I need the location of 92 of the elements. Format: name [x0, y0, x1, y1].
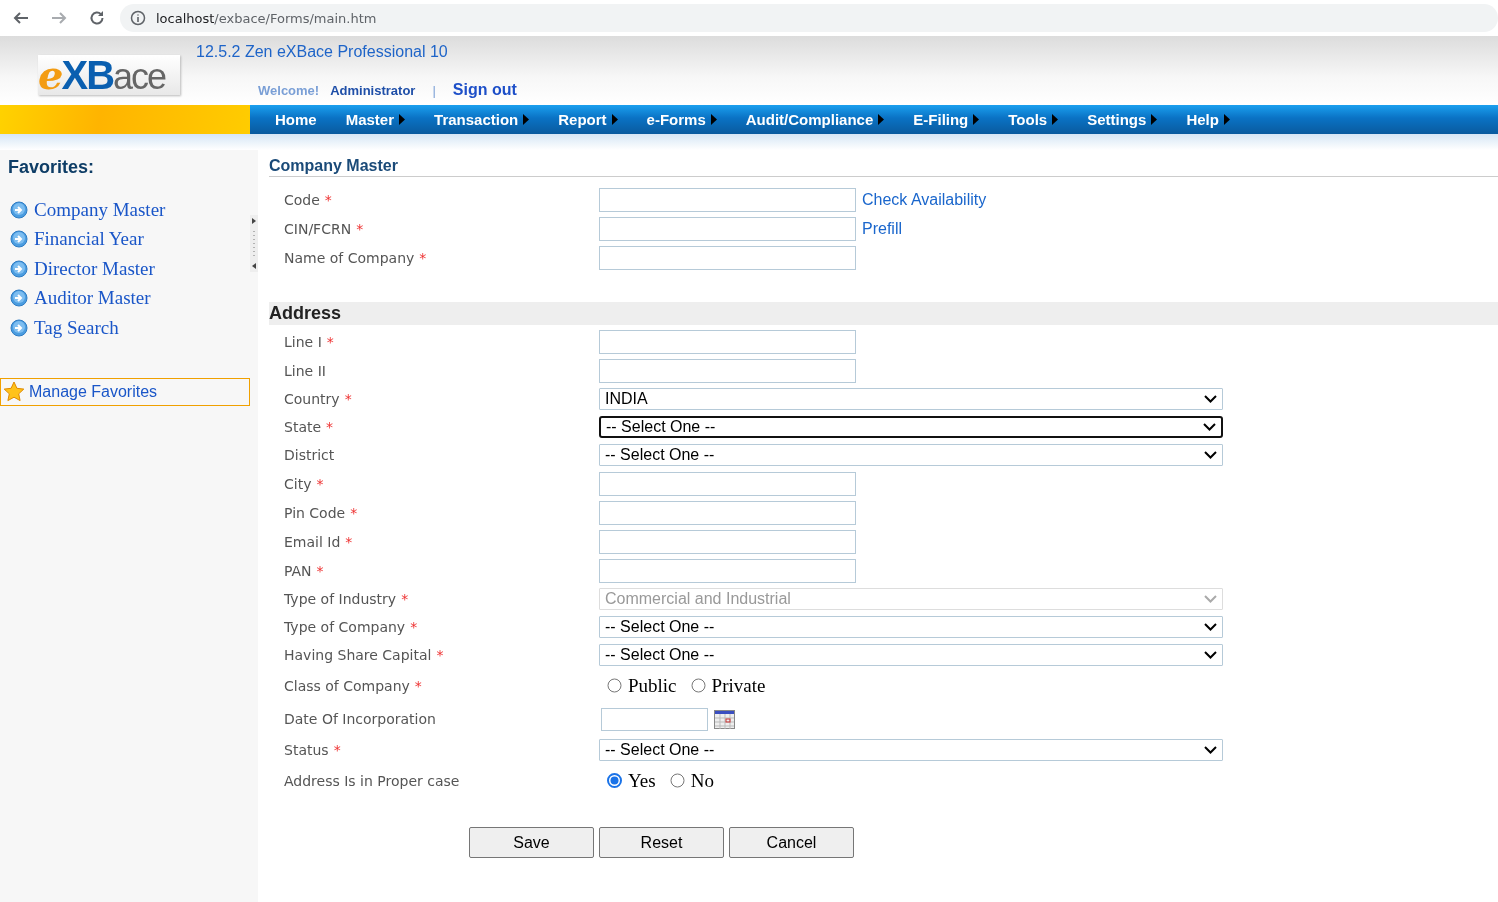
field-label: Pin Code * [284, 504, 358, 521]
field-label: Country * [284, 391, 352, 407]
radio-option[interactable]: Private [690, 674, 766, 697]
user-name: Administrator [330, 83, 416, 98]
manage-favorites-link[interactable]: Manage Favorites [0, 377, 250, 406]
input-field[interactable] [599, 558, 856, 583]
sign-out-link[interactable]: Sign out [452, 81, 517, 99]
action-link[interactable]: Check Availability [862, 190, 987, 209]
favorite-link[interactable]: Tag Search [10, 313, 119, 343]
field-label: Line I * [284, 333, 334, 350]
menu-item[interactable]: Home [275, 111, 321, 128]
arrow-circle-icon [10, 289, 28, 308]
field-label: Name of Company * [284, 249, 427, 266]
input-field[interactable] [599, 471, 856, 496]
form-button[interactable]: Save [469, 827, 594, 858]
field-label: CIN/FCRN * [284, 220, 364, 237]
radio-option[interactable]: Yes [607, 769, 656, 792]
date-field[interactable] [601, 707, 708, 731]
section-heading: Address [269, 302, 1498, 325]
favorite-link[interactable]: Auditor Master [10, 283, 151, 313]
menu-item[interactable]: Master [345, 111, 410, 128]
field-label: District [284, 447, 335, 463]
radio-button[interactable] [669, 773, 685, 788]
form-button[interactable]: Cancel [729, 827, 854, 858]
dropdown[interactable]: -- Select One -- [599, 416, 1223, 438]
menu-item[interactable]: e-Forms [646, 111, 721, 128]
menu-item[interactable]: Settings [1087, 111, 1162, 128]
input-field[interactable] [599, 329, 856, 354]
splitter-handle[interactable] [250, 215, 258, 272]
arrow-circle-icon [10, 259, 28, 278]
dropdown[interactable]: -- Select One -- [599, 616, 1223, 638]
arrow-circle-icon [10, 230, 28, 249]
menu-item[interactable]: Report [558, 111, 622, 128]
address-bar[interactable]: localhost/exbace/Forms/main.htm [120, 4, 1498, 32]
dropdown[interactable]: -- Select One -- [599, 739, 1223, 761]
menu-item[interactable]: Audit/Compliance [745, 111, 889, 128]
input-field[interactable] [599, 187, 856, 212]
menu-item[interactable]: Transaction [434, 111, 534, 128]
menu-item[interactable]: Help [1186, 111, 1234, 128]
field-label: City * [284, 475, 324, 492]
info-icon[interactable] [130, 10, 146, 26]
field-label: Code * [284, 191, 332, 208]
welcome-text: Welcome! [258, 83, 320, 98]
calendar-icon[interactable] [714, 709, 735, 729]
form-title: Company Master [269, 157, 1498, 177]
field-label: Type of Industry * [284, 591, 409, 607]
version-title: 12.5.2 Zen eXBace Professional 10 [196, 43, 449, 61]
field-label: Date Of Incorporation [284, 711, 436, 727]
favorite-link[interactable]: Financial Year [10, 224, 144, 254]
input-field[interactable] [599, 358, 856, 383]
chevron-down-icon [1204, 746, 1217, 754]
field-label: Class of Company * [284, 677, 422, 694]
radio-button[interactable] [690, 678, 706, 693]
chevron-down-icon [1204, 595, 1217, 603]
chevron-down-icon [1204, 395, 1217, 403]
chevron-down-icon [1204, 623, 1217, 631]
dropdown[interactable]: INDIA [599, 388, 1223, 410]
chevron-down-icon [1204, 651, 1217, 659]
radio-button[interactable] [607, 678, 622, 693]
field-label: PAN * [284, 562, 324, 579]
url-text: localhost/exbace/Forms/main.htm [156, 10, 377, 26]
form-button[interactable]: Reset [599, 827, 724, 858]
logo: eXBace [38, 55, 180, 95]
menu-item[interactable]: Tools [1008, 111, 1063, 128]
input-field[interactable] [599, 245, 856, 270]
input-field[interactable] [599, 500, 856, 525]
favorite-link[interactable]: Company Master [10, 195, 166, 225]
dropdown[interactable]: -- Select One -- [599, 444, 1223, 466]
input-field[interactable] [599, 216, 856, 241]
field-label: Address Is in Proper case [284, 772, 460, 789]
dropdown[interactable]: -- Select One -- [599, 644, 1223, 666]
field-label: Status * [284, 742, 341, 758]
star-icon [3, 381, 25, 402]
input-field[interactable] [599, 529, 856, 554]
field-label: Type of Company * [284, 619, 418, 635]
radio-option[interactable]: Public [607, 674, 677, 697]
radio-option[interactable]: No [669, 769, 714, 792]
action-link[interactable]: Prefill [862, 219, 902, 238]
reload-icon[interactable] [88, 9, 106, 27]
radio-button[interactable] [607, 773, 622, 788]
chevron-down-icon [1204, 451, 1217, 459]
arrow-circle-icon [10, 200, 28, 219]
field-label: Line II [284, 362, 326, 379]
menu-item[interactable]: E-Filing [913, 111, 984, 128]
field-label: Email Id * [284, 533, 353, 550]
field-label: Having Share Capital * [284, 647, 444, 663]
arrow-circle-icon [10, 318, 28, 337]
favorites-heading: Favorites: [8, 157, 96, 178]
field-label: State * [284, 419, 334, 435]
favorite-link[interactable]: Director Master [10, 254, 155, 284]
chevron-down-icon [1203, 423, 1216, 431]
separator-text: | [432, 83, 436, 98]
